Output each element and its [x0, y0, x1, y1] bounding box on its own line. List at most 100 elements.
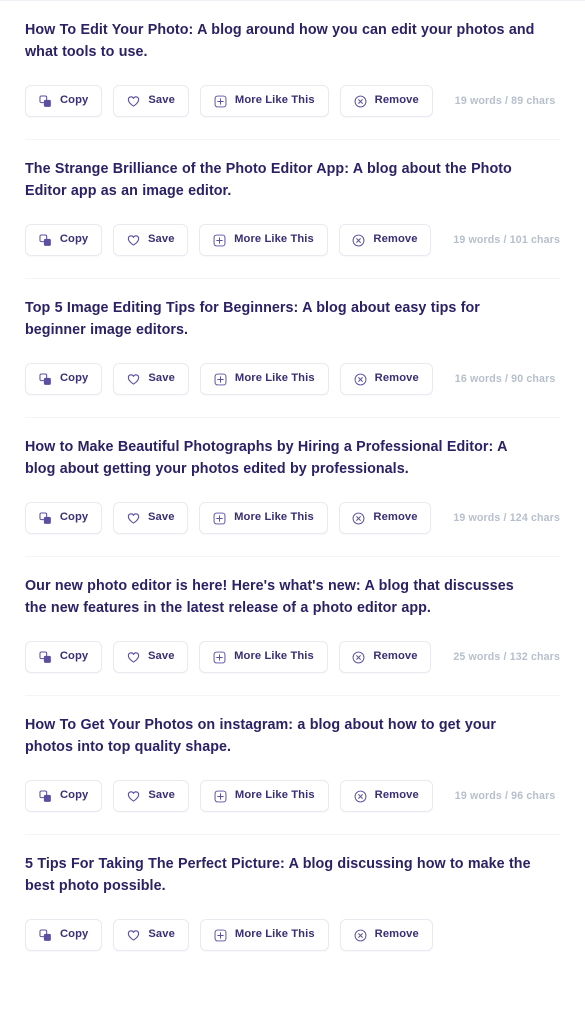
copy-icon: [39, 789, 52, 803]
copy-icon: [39, 94, 52, 108]
copy-icon: [39, 233, 52, 247]
save-button[interactable]: Save: [113, 502, 189, 534]
result-title: How To Edit Your Photo: A blog around ho…: [25, 22, 535, 60]
result-card: How To Edit Your Photo: A blog around ho…: [0, 1, 585, 139]
heart-icon: [127, 373, 140, 386]
more-like-this-button-label: More Like This: [234, 789, 315, 802]
copy-icon: [39, 650, 52, 664]
copy-icon: [39, 928, 52, 942]
more-like-this-button-label: More Like This: [234, 94, 315, 107]
copy-button-label: Copy: [59, 511, 89, 524]
result-card: The Strange Brilliance of the Photo Edit…: [0, 140, 585, 278]
more-like-this-button[interactable]: More Like This: [199, 85, 329, 117]
result-card: Top 5 Image Editing Tips for Beginners: …: [0, 279, 585, 417]
more-like-this-button-label: More Like This: [234, 233, 314, 246]
close-circle-icon: [352, 234, 365, 247]
copy-button[interactable]: Copy: [25, 502, 103, 534]
copy-button-label: Copy: [60, 789, 89, 802]
save-button-label: Save: [147, 233, 175, 246]
copy-icon: [39, 372, 52, 386]
save-button[interactable]: Save: [113, 363, 189, 395]
remove-button[interactable]: Remove: [339, 85, 433, 117]
result-card: How to Make Beautiful Photographs by Hir…: [0, 418, 585, 556]
plus-square-icon: [213, 512, 226, 525]
results-list: How To Edit Your Photo: A blog around ho…: [0, 1, 585, 973]
copy-icon: [39, 511, 52, 525]
result-actions: Copy Save More Like This: [25, 641, 560, 695]
remove-button[interactable]: Remove: [338, 641, 432, 673]
result-actions: Copy Save More Like This: [25, 919, 560, 973]
save-button-label: Save: [147, 511, 175, 524]
remove-button[interactable]: Remove: [338, 224, 432, 256]
close-circle-icon: [354, 95, 367, 108]
remove-button-label: Remove: [374, 789, 419, 802]
remove-button-label: Remove: [373, 511, 418, 524]
result-card: 5 Tips For Taking The Perfect Picture: A…: [0, 835, 585, 973]
more-like-this-button-label: More Like This: [234, 372, 315, 385]
plus-square-icon: [214, 790, 227, 803]
remove-button[interactable]: Remove: [339, 363, 433, 395]
result-title: Top 5 Image Editing Tips for Beginners: …: [25, 300, 480, 338]
remove-button-label: Remove: [374, 94, 419, 107]
copy-button-label: Copy: [59, 650, 89, 663]
remove-button[interactable]: Remove: [339, 919, 433, 951]
plus-square-icon: [213, 651, 226, 664]
plus-square-icon: [213, 234, 226, 247]
close-circle-icon: [352, 512, 365, 525]
save-button-label: Save: [148, 928, 175, 941]
heart-icon: [127, 95, 140, 108]
results-page: How To Edit Your Photo: A blog around ho…: [0, 0, 585, 1024]
result-card: Our new photo editor is here! Here's wha…: [0, 557, 585, 695]
result-title: The Strange Brilliance of the Photo Edit…: [25, 161, 512, 199]
save-button-label: Save: [147, 650, 175, 663]
word-char-count: 19 words / 124 chars: [453, 512, 560, 524]
save-button[interactable]: Save: [113, 641, 189, 673]
copy-button[interactable]: Copy: [25, 919, 103, 951]
copy-button[interactable]: Copy: [25, 85, 103, 117]
word-char-count: 19 words / 96 chars: [454, 790, 556, 802]
plus-square-icon: [214, 373, 227, 386]
result-card: How To Get Your Photos on instagram: a b…: [0, 696, 585, 834]
copy-button[interactable]: Copy: [25, 780, 103, 812]
result-actions: Copy Save More Like This: [25, 85, 560, 139]
copy-button[interactable]: Copy: [25, 224, 103, 256]
more-like-this-button[interactable]: More Like This: [199, 780, 329, 812]
remove-button-label: Remove: [373, 650, 418, 663]
copy-button-label: Copy: [60, 928, 89, 941]
more-like-this-button[interactable]: More Like This: [199, 502, 328, 534]
more-like-this-button[interactable]: More Like This: [199, 363, 329, 395]
more-like-this-button-label: More Like This: [234, 511, 314, 524]
copy-button-label: Copy: [60, 372, 89, 385]
close-circle-icon: [354, 373, 367, 386]
result-actions: Copy Save More Like This: [25, 502, 560, 556]
save-button[interactable]: Save: [113, 919, 189, 951]
save-button[interactable]: Save: [113, 85, 189, 117]
save-button-label: Save: [148, 94, 175, 107]
copy-button[interactable]: Copy: [25, 363, 103, 395]
save-button[interactable]: Save: [113, 780, 189, 812]
remove-button[interactable]: Remove: [339, 780, 433, 812]
heart-icon: [127, 651, 140, 664]
remove-button-label: Remove: [374, 372, 419, 385]
more-like-this-button[interactable]: More Like This: [199, 641, 328, 673]
result-title: Our new photo editor is here! Here's wha…: [25, 578, 514, 616]
close-circle-icon: [354, 790, 367, 803]
heart-icon: [127, 790, 140, 803]
copy-button[interactable]: Copy: [25, 641, 103, 673]
word-char-count: 19 words / 101 chars: [453, 234, 560, 246]
save-button-label: Save: [148, 789, 175, 802]
save-button-label: Save: [148, 372, 175, 385]
remove-button-label: Remove: [374, 928, 419, 941]
word-char-count: 16 words / 90 chars: [454, 373, 556, 385]
remove-button[interactable]: Remove: [338, 502, 432, 534]
close-circle-icon: [352, 651, 365, 664]
result-title: How To Get Your Photos on instagram: a b…: [25, 717, 496, 755]
more-like-this-button[interactable]: More Like This: [199, 919, 329, 951]
save-button[interactable]: Save: [113, 224, 189, 256]
remove-button-label: Remove: [373, 233, 418, 246]
word-char-count: 25 words / 132 chars: [453, 651, 560, 663]
word-char-count: 19 words / 89 chars: [454, 95, 556, 107]
result-title: 5 Tips For Taking The Perfect Picture: A…: [25, 856, 531, 894]
plus-square-icon: [214, 95, 227, 108]
more-like-this-button[interactable]: More Like This: [199, 224, 328, 256]
